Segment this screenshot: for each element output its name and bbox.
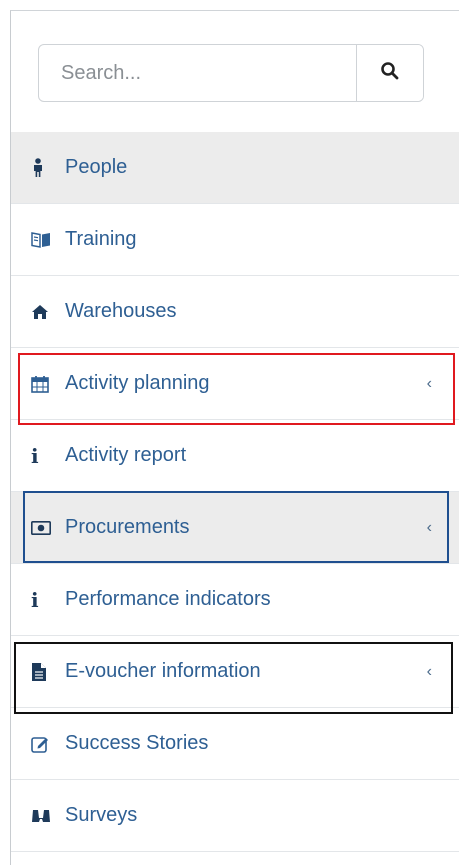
info-icon: i	[31, 587, 39, 612]
sidebar-item-label: Activity report	[65, 444, 187, 466]
sidebar-item-warehouses[interactable]: Warehouses	[11, 276, 459, 348]
sidebar: People Training Warehouses	[10, 10, 459, 865]
search-icon	[380, 61, 400, 86]
search-button[interactable]	[356, 45, 423, 101]
sidebar-item-label: Activity planning	[65, 372, 210, 394]
sidebar-item-surveys[interactable]: Surveys	[11, 780, 459, 852]
sidebar-item-label: Procurements	[65, 516, 190, 538]
sidebar-item-success-stories[interactable]: Success Stories	[11, 708, 459, 780]
search-box	[38, 44, 424, 102]
book-icon	[31, 229, 57, 251]
chevron-left-icon: ‹	[426, 518, 432, 536]
sidebar-item-activity-planning[interactable]: Activity planning ‹	[11, 348, 459, 420]
sidebar-item-label: Warehouses	[65, 300, 177, 322]
file-icon	[31, 661, 57, 683]
calendar-icon	[31, 373, 57, 395]
sidebar-item-activity-report[interactable]: i Activity report	[11, 420, 459, 492]
info-icon: i	[31, 443, 39, 468]
sidebar-item-procurements[interactable]: Procurements ‹	[11, 492, 459, 564]
search-input[interactable]	[39, 45, 356, 101]
sidebar-item-label: Training	[65, 228, 137, 250]
sidebar-menu: People Training Warehouses Activity plan…	[11, 132, 459, 852]
money-icon	[31, 517, 57, 539]
sidebar-item-training[interactable]: Training	[11, 204, 459, 276]
edit-icon	[31, 733, 57, 755]
binoculars-icon	[31, 805, 57, 827]
person-icon	[31, 157, 57, 179]
chevron-left-icon: ‹	[426, 374, 432, 392]
sidebar-item-label: Success Stories	[65, 732, 209, 754]
sidebar-item-e-voucher-information[interactable]: E-voucher information ‹	[11, 636, 459, 708]
home-icon	[31, 301, 57, 323]
sidebar-item-label: People	[65, 156, 128, 178]
sidebar-item-label: Surveys	[65, 804, 138, 826]
sidebar-item-performance-indicators[interactable]: i Performance indicators	[11, 564, 459, 636]
sidebar-item-people[interactable]: People	[11, 132, 459, 204]
chevron-left-icon: ‹	[426, 662, 432, 680]
sidebar-item-label: E-voucher information	[65, 660, 261, 682]
sidebar-item-label: Performance indicators	[65, 588, 271, 610]
